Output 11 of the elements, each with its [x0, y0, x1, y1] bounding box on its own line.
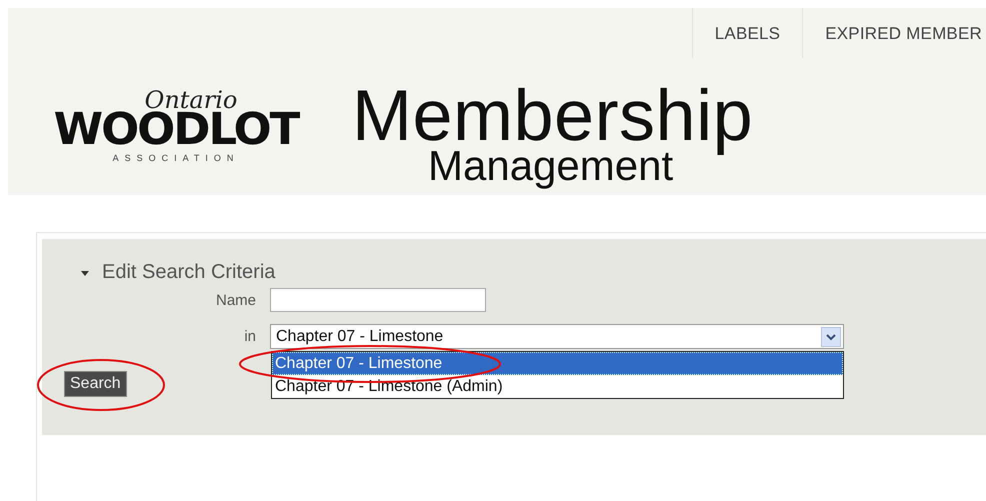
panel-heading: Edit Search Criteria [102, 261, 276, 284]
nav-link[interactable]: LABELS [692, 8, 802, 58]
nav-link[interactable]: EXPIRED MEMBER [802, 8, 986, 58]
field-label: in [243, 327, 257, 345]
logo-subtitle-text: ASSOCIATION [112, 154, 240, 163]
search-button[interactable]: Search [64, 371, 127, 397]
name-input-field[interactable] [270, 288, 486, 312]
chevron-down-icon[interactable] [821, 326, 841, 346]
chapter-dropdown[interactable]: Chapter 07 - Limestone [270, 324, 844, 349]
dropdown-option[interactable]: Chapter 07 - Limestone [272, 352, 843, 375]
field-label: Name [214, 292, 257, 308]
